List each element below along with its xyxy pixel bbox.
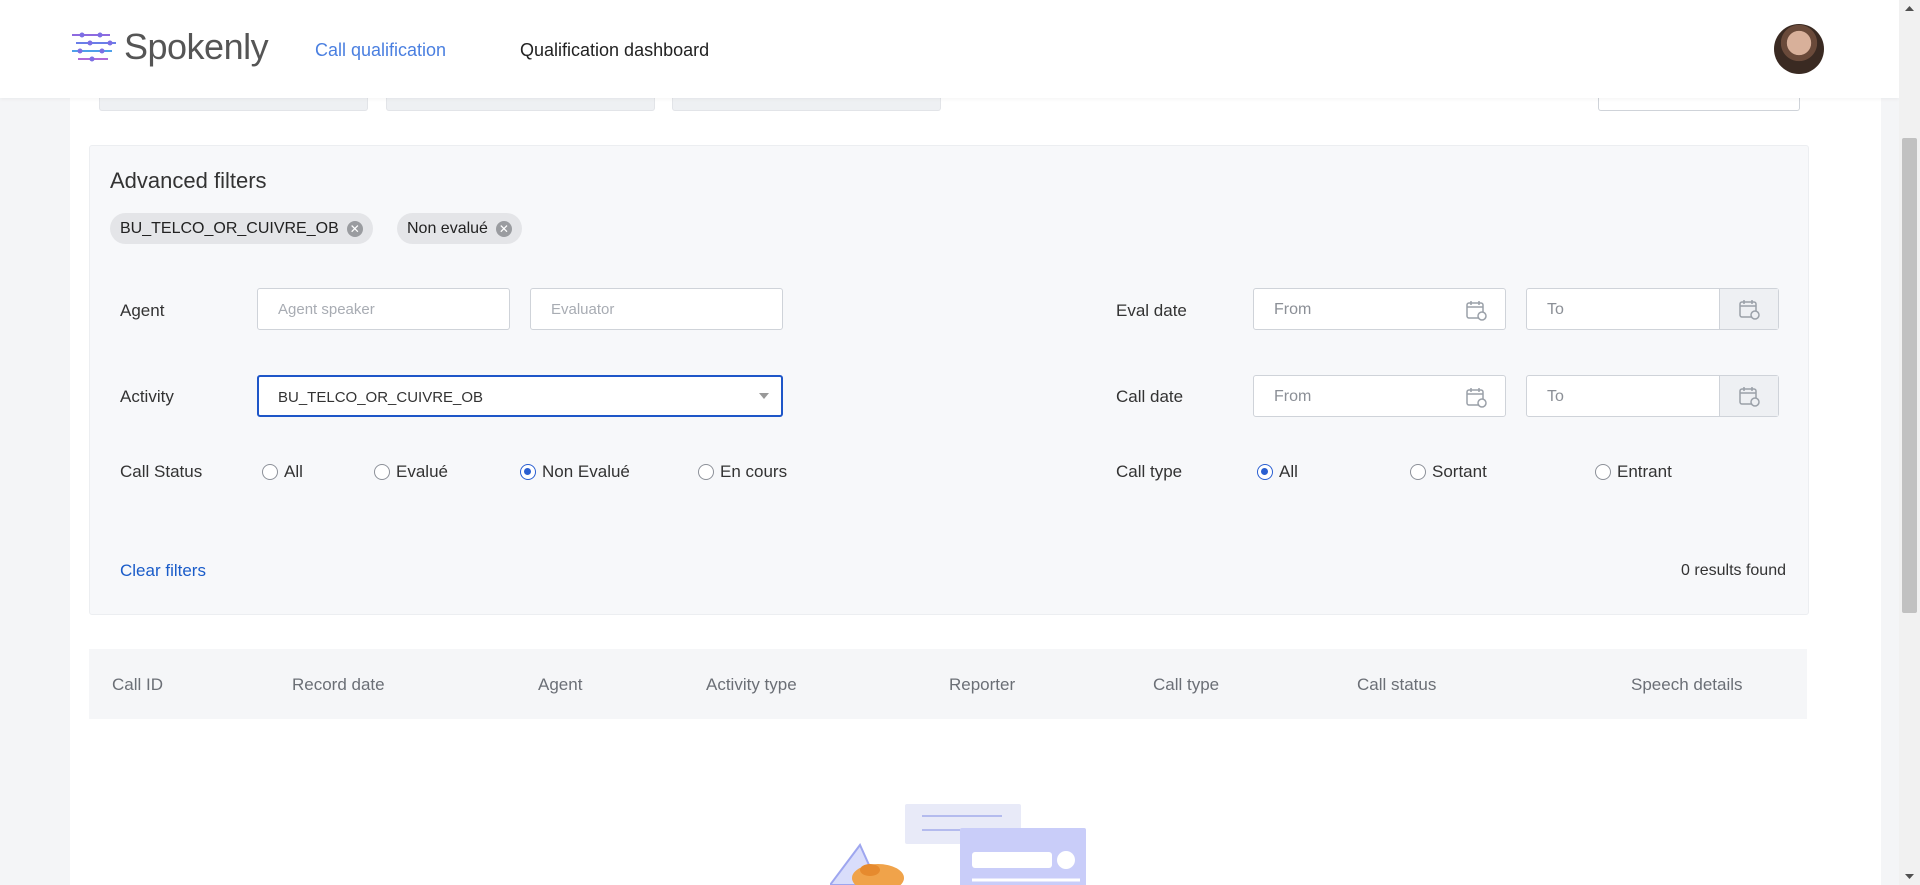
call-status-option-all[interactable]: All [262, 462, 303, 482]
chip-close-icon[interactable]: ✕ [495, 220, 512, 237]
column-header-agent[interactable]: Agent [538, 675, 582, 695]
radio-icon [1595, 464, 1611, 480]
activity-label: Activity [120, 387, 174, 406]
table-header: Call ID Record date Agent Activity type … [89, 649, 1807, 719]
chip-label: Non evalué [407, 219, 488, 237]
call-type-label: Call type [1116, 462, 1183, 481]
chip-label: BU_TELCO_OR_CUIVRE_OB [120, 219, 339, 237]
nav-qualification-dashboard[interactable]: Qualification dashboard [520, 40, 709, 61]
column-header-activity-type[interactable]: Activity type [706, 675, 797, 695]
call-date-from[interactable]: From [1253, 375, 1506, 417]
radio-icon [374, 464, 390, 480]
column-header-call-id[interactable]: Call ID [112, 675, 163, 695]
radio-icon [1410, 464, 1426, 480]
activity-select[interactable]: BU_TELCO_OR_CUIVRE_OB [257, 375, 783, 417]
column-header-speech-details[interactable]: Speech details [1631, 675, 1743, 695]
call-date-to[interactable]: To [1526, 375, 1779, 417]
eval-date-to[interactable]: To [1526, 288, 1779, 330]
calendar-button[interactable] [1719, 289, 1778, 329]
app-logo[interactable]: Spokenly [70, 26, 269, 68]
top-navbar: Spokenly Call qualification Qualificatio… [0, 0, 1899, 98]
column-header-record-date[interactable]: Record date [292, 675, 385, 695]
advanced-filters-title: Advanced filters [110, 168, 267, 193]
chevron-down-icon [759, 393, 769, 399]
call-type-option-entrant[interactable]: Entrant [1595, 462, 1672, 482]
eval-date-label: Eval date [1116, 301, 1187, 320]
call-status-option-en-cours[interactable]: En cours [698, 462, 787, 482]
empty-state-illustration [830, 804, 1086, 885]
agent-speaker-input[interactable] [257, 288, 510, 330]
activity-selected-value: BU_TELCO_OR_CUIVRE_OB [278, 389, 484, 406]
calendar-icon [1739, 300, 1760, 320]
radio-checked-icon [520, 464, 536, 480]
filter-chip-activity: BU_TELCO_OR_CUIVRE_OB ✕ [110, 213, 373, 244]
column-header-reporter[interactable]: Reporter [949, 675, 1015, 695]
advanced-filters-panel: Advanced filters BU_TELCO_OR_CUIVRE_OB ✕… [89, 145, 1809, 615]
call-type-option-all[interactable]: All [1257, 462, 1298, 482]
agent-label: Agent [120, 301, 165, 320]
radio-icon [262, 464, 278, 480]
call-status-label: Call Status [120, 462, 203, 481]
calendar-icon[interactable] [1465, 299, 1487, 321]
call-status-option-evalue[interactable]: Evalué [374, 462, 448, 482]
call-date-label: Call date [1116, 387, 1184, 406]
column-header-call-type[interactable]: Call type [1153, 675, 1219, 695]
calendar-icon [1739, 387, 1760, 407]
vertical-scrollbar[interactable] [1899, 0, 1920, 885]
chip-close-icon[interactable]: ✕ [346, 220, 363, 237]
user-avatar[interactable] [1774, 24, 1824, 74]
nav-call-qualification[interactable]: Call qualification [315, 40, 446, 61]
results-count: 0 results found [1681, 562, 1786, 579]
calendar-button[interactable] [1719, 376, 1778, 416]
radio-checked-icon [1257, 464, 1273, 480]
call-type-option-sortant[interactable]: Sortant [1410, 462, 1487, 482]
scrollbar-thumb[interactable] [1902, 138, 1917, 613]
scroll-up-arrow-icon[interactable] [1899, 0, 1920, 18]
clear-filters-link[interactable]: Clear filters [120, 561, 206, 581]
calendar-icon[interactable] [1465, 386, 1487, 408]
call-status-option-non-evalue[interactable]: Non Evalué [520, 462, 630, 482]
column-header-call-status[interactable]: Call status [1357, 675, 1436, 695]
eval-date-from[interactable]: From [1253, 288, 1506, 330]
evaluator-input[interactable] [530, 288, 783, 330]
filter-chip-status: Non evalué ✕ [397, 213, 522, 244]
spokenly-logo-icon [72, 32, 116, 62]
scroll-down-arrow-icon[interactable] [1899, 867, 1920, 885]
logo-text: Spokenly [124, 26, 269, 67]
radio-icon [698, 464, 714, 480]
